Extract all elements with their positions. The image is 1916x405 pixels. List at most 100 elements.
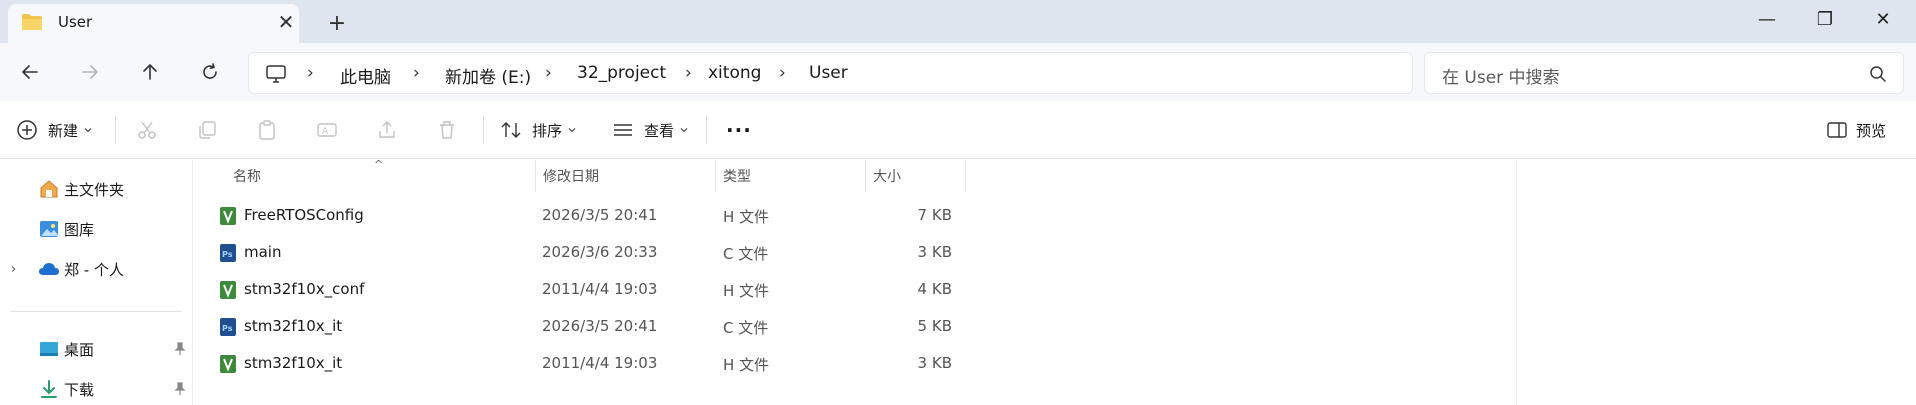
table-row[interactable]: stm32f10x_conf 2011/4/4 19:03 H 文件 4 KB bbox=[212, 272, 1509, 308]
breadcrumb-separator[interactable]: › bbox=[779, 63, 786, 83]
delete-button[interactable] bbox=[433, 116, 461, 144]
column-header-name[interactable]: 名称 bbox=[233, 160, 261, 192]
table-row[interactable]: FreeRTOSConfig 2026/3/5 20:41 H 文件 7 KB bbox=[212, 198, 1509, 234]
breadcrumb-32-project[interactable]: 32_project bbox=[577, 63, 666, 83]
address-bar[interactable]: › 此电脑 › 新加卷 (E:) › 32_project › xitong ›… bbox=[248, 52, 1413, 94]
file-date: 2011/4/4 19:03 bbox=[542, 354, 658, 372]
tab-user[interactable]: User ✕ bbox=[8, 4, 299, 43]
column-resize-handle[interactable] bbox=[965, 160, 966, 192]
sidebar-divider bbox=[10, 311, 182, 312]
search-input[interactable]: 在 User 中搜索 bbox=[1424, 52, 1904, 94]
details-pane-divider bbox=[1516, 160, 1517, 405]
trash-icon bbox=[440, 121, 454, 139]
table-row[interactable]: Ps main 2026/3/6 20:33 C 文件 3 KB bbox=[212, 235, 1509, 271]
view-button[interactable]: 查看 bbox=[612, 115, 689, 145]
column-header-date[interactable]: 修改日期 bbox=[543, 160, 599, 192]
plus-circle-icon bbox=[17, 120, 37, 140]
sidebar-item-downloads[interactable]: 下载 bbox=[0, 373, 192, 405]
breadcrumb-user[interactable]: User bbox=[809, 63, 848, 83]
more-options-button[interactable]: ··· bbox=[726, 115, 752, 145]
file-size: 5 KB bbox=[917, 317, 952, 335]
file-name: FreeRTOSConfig bbox=[244, 206, 364, 224]
pin-icon[interactable] bbox=[172, 341, 188, 357]
preview-button[interactable]: 预览 bbox=[1826, 115, 1886, 145]
pin-icon[interactable] bbox=[172, 381, 188, 397]
sort-button[interactable]: 排序 bbox=[500, 115, 577, 145]
tab-title: User bbox=[58, 13, 93, 31]
breadcrumb-separator[interactable]: › bbox=[307, 63, 314, 83]
up-button[interactable] bbox=[132, 55, 168, 89]
forward-button[interactable] bbox=[72, 55, 108, 89]
share-button[interactable] bbox=[373, 116, 401, 144]
svg-text:A: A bbox=[322, 127, 329, 137]
column-header-type[interactable]: 类型 bbox=[723, 160, 751, 192]
file-list: ^ 名称 修改日期 类型 大小 FreeRTOSConfig 2026/3/5 … bbox=[194, 158, 1516, 405]
file-size: 3 KB bbox=[917, 243, 952, 261]
view-list-icon bbox=[614, 124, 632, 136]
breadcrumb-this-pc[interactable]: 此电脑 bbox=[340, 63, 391, 88]
maximize-button[interactable]: ❐ bbox=[1797, 0, 1853, 38]
file-date: 2026/3/5 20:41 bbox=[542, 317, 658, 335]
chevron-down-icon bbox=[680, 128, 688, 133]
view-label: 查看 bbox=[644, 121, 675, 140]
h-file-icon bbox=[220, 207, 236, 225]
clipboard-icon bbox=[259, 120, 275, 140]
h-file-icon bbox=[220, 355, 236, 373]
file-date: 2026/3/6 20:33 bbox=[542, 243, 658, 261]
column-header-size[interactable]: 大小 bbox=[873, 160, 901, 192]
file-size: 7 KB bbox=[917, 206, 952, 224]
sidebar-item-gallery[interactable]: 图库 bbox=[0, 213, 192, 245]
svg-text:Ps: Ps bbox=[222, 250, 233, 259]
plus-icon[interactable]: + bbox=[322, 9, 352, 37]
sort-icon bbox=[501, 122, 521, 138]
breadcrumb-separator[interactable]: › bbox=[545, 63, 552, 83]
back-button[interactable] bbox=[12, 55, 48, 89]
cut-button[interactable] bbox=[133, 116, 161, 144]
rename-button[interactable]: A bbox=[313, 116, 341, 144]
sidebar-item-home[interactable]: 主文件夹 bbox=[0, 173, 192, 205]
search-placeholder: 在 User 中搜索 bbox=[1442, 68, 1560, 88]
file-type: H 文件 bbox=[723, 282, 770, 300]
close-icon[interactable]: ✕ bbox=[273, 9, 299, 35]
divider bbox=[706, 116, 707, 144]
preview-label: 预览 bbox=[1856, 121, 1887, 140]
window-close-button[interactable]: ✕ bbox=[1855, 0, 1911, 38]
copy-icon bbox=[199, 121, 216, 139]
file-name: stm32f10x_it bbox=[244, 317, 343, 335]
chevron-down-icon bbox=[568, 128, 576, 133]
sort-ascending-icon: ^ bbox=[374, 158, 384, 171]
refresh-button[interactable] bbox=[192, 55, 228, 89]
minimize-button[interactable]: — bbox=[1739, 0, 1795, 38]
arrow-right-icon bbox=[82, 65, 98, 79]
breadcrumb-separator[interactable]: › bbox=[413, 63, 420, 83]
file-type: C 文件 bbox=[723, 245, 769, 263]
c-file-icon: Ps bbox=[220, 318, 236, 336]
breadcrumb-xitong[interactable]: xitong bbox=[708, 63, 761, 83]
breadcrumb-separator[interactable]: › bbox=[685, 63, 692, 83]
file-name: main bbox=[244, 243, 282, 261]
sidebar-item-onedrive[interactable]: › 郑 - 个人 bbox=[0, 253, 192, 285]
sidebar-item-desktop[interactable]: 桌面 bbox=[0, 333, 192, 365]
arrow-up-icon bbox=[143, 64, 157, 80]
gallery-icon bbox=[40, 221, 58, 237]
sort-label: 排序 bbox=[532, 121, 563, 140]
table-row[interactable]: stm32f10x_it 2011/4/4 19:03 H 文件 3 KB bbox=[212, 346, 1509, 382]
arrow-left-icon bbox=[22, 65, 38, 79]
column-resize-handle[interactable] bbox=[715, 160, 716, 192]
paste-button[interactable] bbox=[253, 116, 281, 144]
sidebar-item-label: 主文件夹 bbox=[64, 180, 125, 199]
file-date: 2026/3/5 20:41 bbox=[542, 206, 658, 224]
file-date: 2011/4/4 19:03 bbox=[542, 280, 658, 298]
computer-icon bbox=[266, 65, 286, 83]
copy-button[interactable] bbox=[193, 116, 221, 144]
chevron-right-icon[interactable]: › bbox=[11, 262, 16, 277]
column-resize-handle[interactable] bbox=[535, 160, 536, 192]
table-row[interactable]: Ps stm32f10x_it 2026/3/5 20:41 C 文件 5 KB bbox=[212, 309, 1509, 345]
divider bbox=[115, 116, 116, 144]
refresh-icon bbox=[203, 63, 217, 79]
new-button[interactable]: 新建 bbox=[16, 115, 93, 145]
desktop-icon bbox=[40, 342, 58, 356]
title-bar: User ✕ + — ❐ ✕ bbox=[0, 0, 1916, 43]
breadcrumb-drive-e[interactable]: 新加卷 (E:) bbox=[445, 63, 531, 88]
column-resize-handle[interactable] bbox=[865, 160, 866, 192]
